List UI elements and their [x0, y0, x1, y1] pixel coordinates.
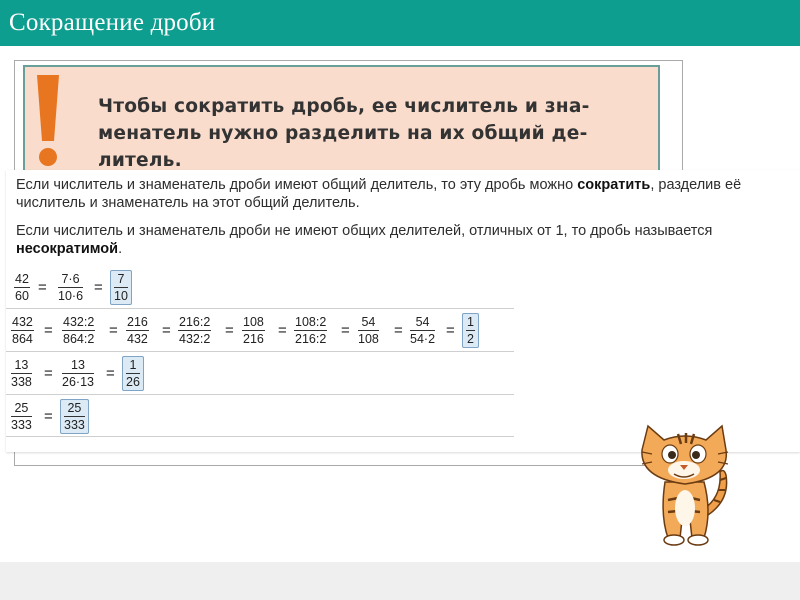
- text-segment: Если числитель и знаменатель дроби имеют…: [16, 177, 578, 193]
- denominator: 2: [467, 332, 474, 346]
- exclamation-icon: [37, 75, 59, 166]
- denominator: 864: [12, 332, 33, 346]
- equals-sign: =: [225, 322, 234, 339]
- numerator: 25: [67, 401, 82, 415]
- text-segment: .: [118, 241, 123, 257]
- page-title: Сокращение дроби: [9, 9, 216, 36]
- term-reduce: сократить: [577, 177, 651, 193]
- row-divider: [6, 394, 514, 395]
- equals-sign: =: [394, 322, 403, 339]
- equals-sign: =: [44, 408, 53, 425]
- equals-sign: =: [94, 279, 103, 296]
- definition-panel: Если числитель и знаменатель дроби имеют…: [6, 170, 800, 452]
- rule-box: Чтобы сократить дробь, ее числитель и зн…: [23, 65, 660, 175]
- denominator: 864:2: [63, 332, 95, 346]
- denominator: 108: [358, 332, 379, 346]
- numerator: 432: [12, 315, 33, 329]
- equals-sign: =: [44, 365, 53, 382]
- text-segment: Если числитель и знаменатель дроби не им…: [16, 223, 713, 239]
- numerator: 216:2: [179, 315, 211, 329]
- equals-sign: =: [278, 322, 287, 339]
- equals-sign: =: [341, 322, 350, 339]
- footer-band: [0, 562, 800, 600]
- equals-sign: =: [446, 322, 455, 339]
- denominator: 26: [126, 375, 140, 389]
- numerator: 1: [129, 358, 137, 372]
- fraction: 7·6 10·6: [58, 272, 84, 303]
- fraction: 25 333: [11, 401, 32, 432]
- numerator: 25: [14, 401, 29, 415]
- answer-fraction: 12: [462, 313, 479, 348]
- fraction: 216 432: [126, 315, 149, 346]
- fraction: 13 26·13: [62, 358, 94, 389]
- equals-sign: =: [162, 322, 171, 339]
- equals-sign: =: [106, 365, 115, 382]
- denominator: 60: [15, 289, 29, 303]
- numerator: 108:2: [295, 315, 327, 329]
- fraction: 42 60: [14, 272, 30, 303]
- numerator: 432:2: [63, 315, 95, 329]
- denominator: 333: [11, 418, 32, 432]
- denominator: 216: [243, 332, 264, 346]
- fraction: 432 864: [11, 315, 34, 346]
- numerator: 13: [71, 358, 85, 372]
- denominator: 216:2: [295, 332, 327, 346]
- definition-paragraph-2: Если числитель и знаменатель дроби не им…: [16, 222, 800, 258]
- rule-text: Чтобы сократить дробь, ее числитель и зн…: [98, 96, 590, 171]
- term-irreducible: несократимой: [16, 241, 119, 257]
- denominator: 432:2: [179, 332, 211, 346]
- numerator: 1: [467, 315, 474, 329]
- denominator: 338: [11, 375, 32, 389]
- denominator: 26·13: [62, 375, 94, 389]
- numerator: 54: [361, 315, 376, 329]
- row-divider: [6, 351, 514, 352]
- title-bar: Сокращение дроби: [0, 0, 800, 46]
- answer-fraction: 7 10: [110, 270, 132, 305]
- answer-fraction: 25 333: [60, 399, 89, 434]
- denominator: 54·2: [410, 332, 436, 346]
- numerator: 42: [15, 272, 29, 286]
- cat-illustration: [641, 424, 729, 546]
- fraction: 13 338: [11, 358, 32, 389]
- denominator: 333: [64, 418, 85, 432]
- fraction: 54 54·2: [410, 315, 436, 346]
- row-divider: [6, 436, 514, 437]
- numerator: 216: [127, 315, 148, 329]
- definition-paragraph-1: Если числитель и знаменатель дроби имеют…: [16, 176, 800, 212]
- fraction: 216:2 432:2: [178, 315, 212, 346]
- numerator: 54: [415, 315, 430, 329]
- answer-fraction: 1 26: [122, 356, 144, 391]
- denominator: 10: [114, 289, 128, 303]
- numerator: 7·6: [61, 272, 80, 286]
- numerator: 13: [14, 358, 29, 372]
- fraction: 108:2 216:2: [294, 315, 328, 346]
- equals-sign: =: [109, 322, 118, 339]
- fraction: 432:2 864:2: [62, 315, 96, 346]
- numerator: 108: [243, 315, 264, 329]
- equals-sign: =: [44, 322, 53, 339]
- denominator: 432: [127, 332, 148, 346]
- row-divider: [6, 308, 514, 309]
- fraction: 108 216: [242, 315, 265, 346]
- fraction: 54 108: [358, 315, 379, 346]
- equals-sign: =: [38, 279, 47, 296]
- numerator: 7: [117, 272, 125, 286]
- denominator: 10·6: [58, 289, 84, 303]
